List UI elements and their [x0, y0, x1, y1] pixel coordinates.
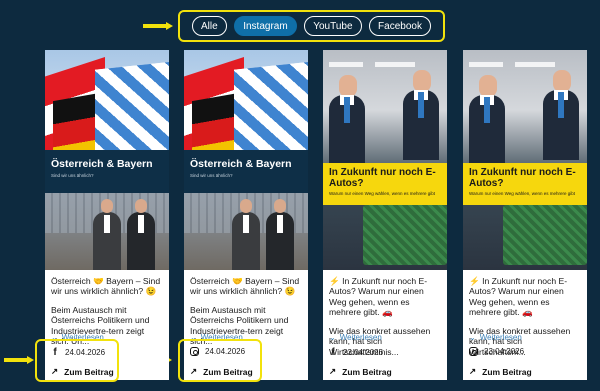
- post-card: Österreich & Bayern Sind wir uns ähnlich…: [184, 50, 308, 380]
- instagram-icon: [469, 347, 478, 356]
- platform-filter-bar: Alle Instagram YouTube Facebook: [178, 10, 445, 42]
- post-image[interactable]: In Zukunft nur noch E-Autos? Warum nur e…: [323, 50, 447, 270]
- filter-youtube[interactable]: YouTube: [304, 16, 362, 36]
- image-title-band: In Zukunft nur noch E-Autos? Warum nur e…: [463, 163, 587, 205]
- to-post-link[interactable]: ↗ Zum Beitrag: [329, 366, 392, 377]
- post-meta: 23.04.2026: [469, 347, 581, 356]
- chevron-down-icon: ⌄: [329, 333, 336, 342]
- chevron-down-icon: ⌄: [469, 333, 476, 342]
- post-card: In Zukunft nur noch E-Autos? Warum nur e…: [463, 50, 587, 380]
- image-subtitle: Warum nur einen Weg wählen, wenn es mehr…: [469, 191, 576, 196]
- facebook-icon: f: [331, 347, 335, 358]
- post-text-line1: ⚡ In Zukunft nur noch E-Autos? Warum nur…: [469, 276, 568, 318]
- image-title: Österreich & Bayern: [51, 158, 153, 170]
- read-more-link[interactable]: ⌄ Weiterlesen: [469, 333, 522, 342]
- post-image[interactable]: Österreich & Bayern Sind wir uns ähnlich…: [184, 50, 308, 270]
- filter-instagram[interactable]: Instagram: [234, 16, 297, 36]
- post-image[interactable]: In Zukunft nur noch E-Autos? Warum nur e…: [463, 50, 587, 270]
- post-text-line1: Österreich 🤝 Bayern – Sind wir uns wirkl…: [190, 276, 300, 297]
- filter-alle[interactable]: Alle: [192, 16, 227, 36]
- arrow-up-right-icon: ↗: [469, 366, 477, 376]
- post-card: Österreich & Bayern Sind wir uns ähnlich…: [45, 50, 169, 380]
- post-card: In Zukunft nur noch E-Autos? Warum nur e…: [323, 50, 447, 380]
- image-title: In Zukunft nur noch E-Autos?: [329, 167, 436, 189]
- image-title: Österreich & Bayern: [190, 158, 292, 170]
- image-subtitle: Sind wir uns ähnlich?: [51, 173, 94, 178]
- highlight-box-card2-meta: [178, 339, 262, 382]
- filter-facebook[interactable]: Facebook: [369, 16, 431, 36]
- annotation-arrow-filters: [143, 22, 173, 30]
- post-text-line1: Österreich 🤝 Bayern – Sind wir uns wirkl…: [51, 276, 161, 297]
- highlight-box-card1-meta: [35, 339, 119, 382]
- annotation-arrow-card1: [4, 356, 34, 364]
- post-image[interactable]: Österreich & Bayern Sind wir uns ähnlich…: [45, 50, 169, 270]
- image-title-band: In Zukunft nur noch E-Autos? Warum nur e…: [323, 163, 447, 205]
- post-date: 23.04.2026: [484, 347, 525, 356]
- image-title-band: Österreich & Bayern Sind wir uns ähnlich…: [184, 150, 308, 193]
- image-title-band: Österreich & Bayern Sind wir uns ähnlich…: [45, 150, 169, 193]
- image-subtitle: Warum nur einen Weg wählen, wenn es mehr…: [329, 191, 436, 196]
- arrow-up-right-icon: ↗: [329, 366, 337, 376]
- image-title: In Zukunft nur noch E-Autos?: [469, 167, 576, 189]
- image-subtitle: Sind wir uns ähnlich?: [190, 173, 233, 178]
- post-text-line1: ⚡ In Zukunft nur noch E-Autos? Warum nur…: [329, 276, 428, 318]
- post-meta: f 23.04.2026: [329, 347, 441, 358]
- to-post-link[interactable]: ↗ Zum Beitrag: [469, 366, 532, 377]
- read-more-link[interactable]: ⌄ Weiterlesen: [329, 333, 382, 342]
- post-date: 23.04.2026: [343, 348, 384, 357]
